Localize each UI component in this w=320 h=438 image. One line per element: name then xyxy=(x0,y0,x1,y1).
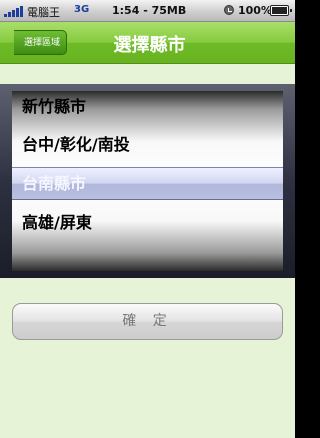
battery-icon xyxy=(270,5,292,16)
navigation-bar: 選擇區域 選擇縣市 xyxy=(0,22,295,64)
picker-selection-indicator: 台南縣市 xyxy=(12,167,283,200)
picker-option[interactable]: 高雄/屏東 xyxy=(22,203,92,243)
signal-bars-icon xyxy=(4,5,24,17)
network-type: 3G xyxy=(74,4,90,15)
battery-fill xyxy=(272,7,287,14)
phone-screen: 電腦王 3G 1:54 - 75MB 100% 選擇區域 選擇縣市 新竹縣市 台… xyxy=(0,0,295,438)
carrier-name: 電腦王 xyxy=(27,6,60,19)
picker-selected-option[interactable]: 台南縣市 xyxy=(22,168,86,199)
status-bar: 電腦王 3G 1:54 - 75MB 100% xyxy=(0,0,295,22)
county-picker-wheel[interactable]: 新竹縣市 台中/彰化/南投 台南縣市 高雄/屏東 xyxy=(12,91,283,271)
status-time: 1:54 - 75MB xyxy=(112,4,187,17)
battery-percent: 100% xyxy=(238,4,272,17)
page-title: 選擇縣市 xyxy=(113,35,186,56)
alarm-icon xyxy=(224,5,234,15)
picker-option[interactable]: 台中/彰化/南投 xyxy=(22,125,130,165)
picker-option[interactable]: 新竹縣市 xyxy=(22,91,86,127)
confirm-button[interactable]: 確 定 xyxy=(12,303,283,340)
picker-frame: 新竹縣市 台中/彰化/南投 台南縣市 高雄/屏東 xyxy=(0,84,295,278)
